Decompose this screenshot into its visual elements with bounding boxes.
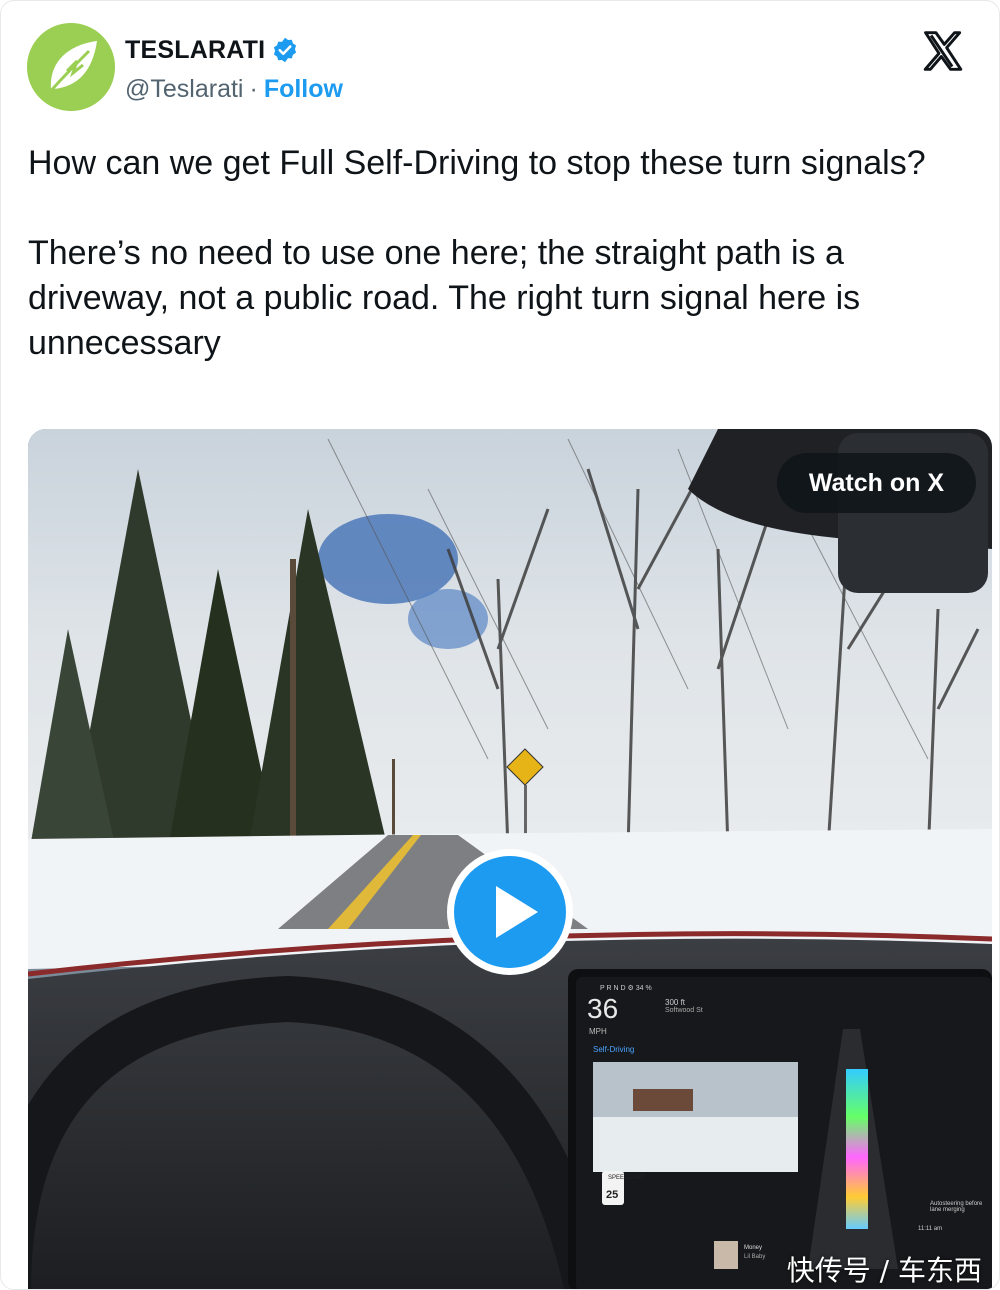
avatar[interactable]: [27, 23, 115, 111]
fsd-label: Self-Driving: [593, 1045, 635, 1054]
tweet-header: TESLARATI @Teslarati · Follow: [27, 23, 979, 115]
media-artist: Lil Baby: [744, 1254, 766, 1260]
car-status-bar: P R N D ⚙ 34 %: [600, 985, 652, 992]
tweet-paragraph-1: How can we get Full Self-Driving to stop…: [28, 144, 926, 182]
watch-on-x-button[interactable]: Watch on X: [776, 453, 976, 513]
speed-limit-caption: SPEED LIMIT: [608, 1175, 646, 1181]
nav-notice: Autosteering before lane merging: [930, 1201, 983, 1213]
separator-dot: ·: [249, 75, 258, 103]
tweet-card: TESLARATI @Teslarati · Follow How can we…: [0, 0, 1000, 1290]
follow-button[interactable]: Follow: [264, 75, 343, 104]
car-speed: 36: [587, 993, 619, 1024]
speed-limit-value: 25: [606, 1189, 619, 1201]
leaf-logo-icon: [27, 23, 115, 111]
play-button-inner: [454, 856, 566, 968]
play-icon: [496, 886, 538, 938]
x-logo-icon[interactable]: [921, 29, 965, 73]
play-button[interactable]: [447, 849, 573, 975]
author-name[interactable]: TESLARATI: [125, 36, 265, 65]
turn-street: Softwood St: [665, 1007, 703, 1014]
video-thumbnail[interactable]: P R N D ⚙ 34 % 36 MPH Self-Driving 300 f…: [28, 429, 992, 1289]
turn-distance: 300 ft: [665, 998, 686, 1007]
media-title: Money: [744, 1245, 763, 1251]
car-speed-unit: MPH: [589, 1027, 607, 1036]
car-clock: 11:11 am: [918, 1226, 943, 1232]
tweet-body: How can we get Full Self-Driving to stop…: [28, 141, 968, 411]
verified-badge-icon: [274, 37, 297, 63]
tweet-paragraph-2: There’s no need to use one here; the str…: [28, 234, 861, 362]
watermark: 快传号 / 车东西: [786, 1254, 982, 1287]
author-handle[interactable]: @Teslarati: [125, 75, 243, 104]
author-block: TESLARATI @Teslarati · Follow: [125, 33, 343, 104]
